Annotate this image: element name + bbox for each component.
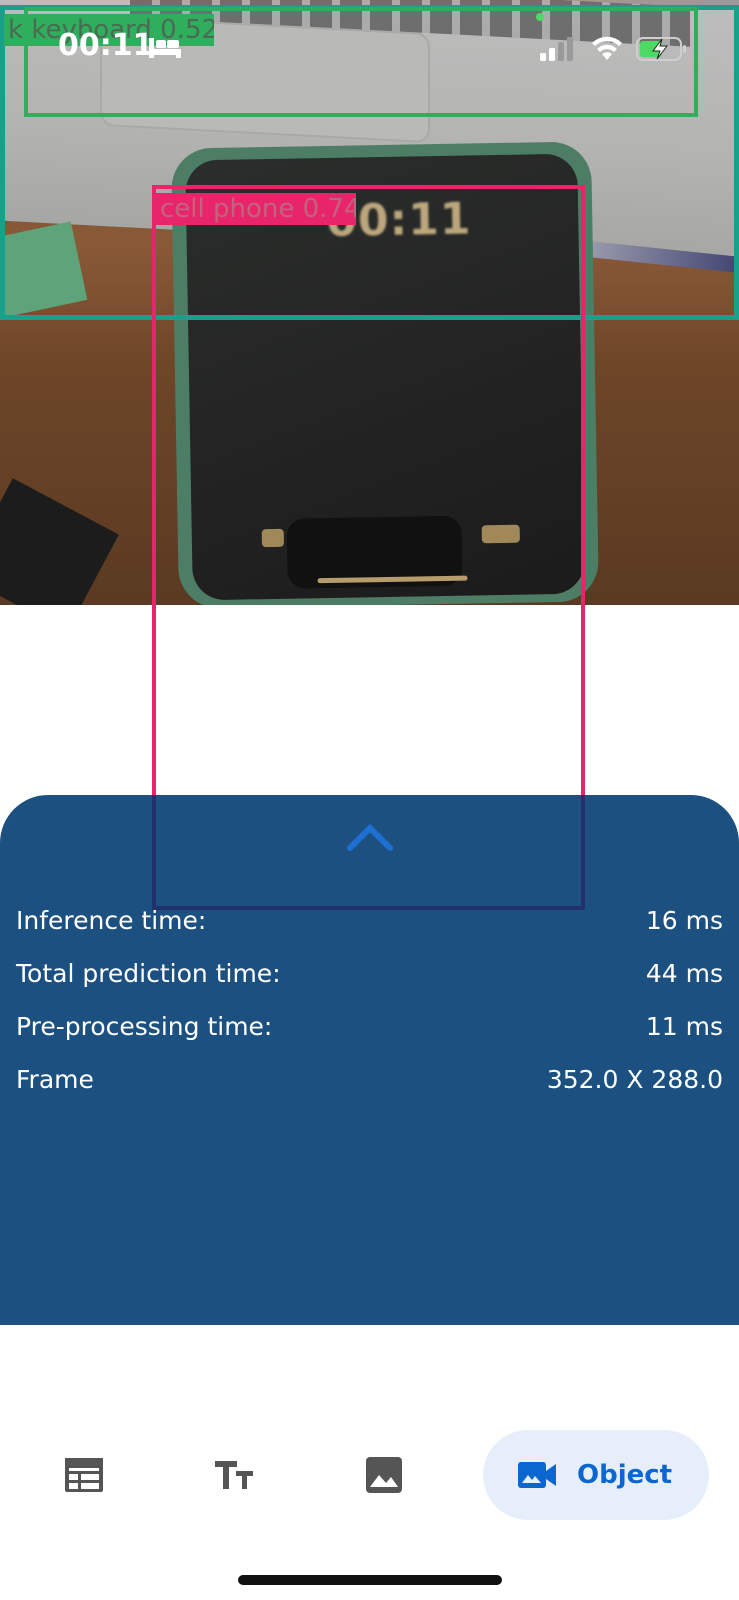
home-indicator[interactable] xyxy=(238,1575,502,1585)
pre-processing-time-row: Pre-processing time: 11 ms xyxy=(16,1006,723,1046)
dark-object-image xyxy=(0,478,119,605)
pre-processing-time-value: 11 ms xyxy=(645,1011,723,1041)
screen: 00:11 k keyboard 0.52 cell phone 0.74 00… xyxy=(0,0,739,1600)
text-size-icon xyxy=(215,1461,253,1489)
battery-charging-icon xyxy=(636,37,686,61)
total-prediction-time-label: Total prediction time: xyxy=(16,958,281,988)
nav-item-object[interactable]: Object xyxy=(483,1430,709,1520)
inference-time-value: 16 ms xyxy=(645,905,723,935)
table-icon xyxy=(65,1458,103,1492)
frame-size-row: Frame 352.0 X 288.0 xyxy=(16,1059,723,1099)
total-prediction-time-value: 44 ms xyxy=(645,958,723,988)
nav-item-text[interactable] xyxy=(189,1430,279,1520)
bed-icon xyxy=(149,38,181,58)
frame-size-label: Frame xyxy=(16,1064,94,1094)
nav-item-table[interactable] xyxy=(39,1430,129,1520)
inference-time-label: Inference time: xyxy=(16,905,207,935)
nav-item-object-label: Object xyxy=(577,1460,673,1490)
signal-icon xyxy=(540,37,573,61)
status-time: 00:11 xyxy=(58,28,154,63)
detection-label-cell-phone: cell phone 0.74 xyxy=(156,193,356,225)
image-icon xyxy=(366,1457,402,1493)
privacy-indicator-dot xyxy=(536,13,544,21)
status-bar: 00:11 xyxy=(0,0,739,100)
nav-item-image[interactable] xyxy=(339,1430,429,1520)
total-prediction-time-row: Total prediction time: 44 ms xyxy=(16,953,723,993)
detection-box-cell-phone-overlay xyxy=(152,795,585,910)
video-camera-icon xyxy=(518,1462,556,1488)
inference-time-row: Inference time: 16 ms xyxy=(16,900,723,940)
pre-processing-time-label: Pre-processing time: xyxy=(16,1011,273,1041)
wifi-icon xyxy=(592,36,622,60)
frame-size-value: 352.0 X 288.0 xyxy=(546,1064,723,1094)
